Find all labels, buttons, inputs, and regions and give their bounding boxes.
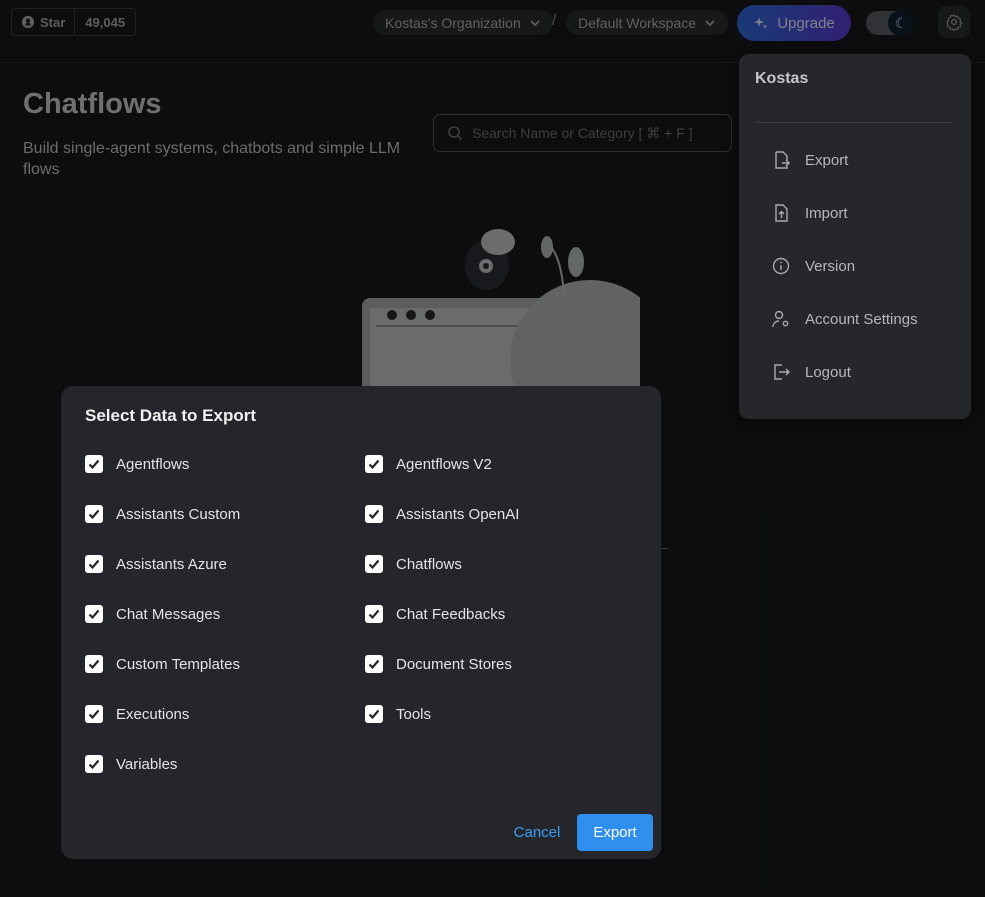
menu-item-export[interactable]: Export <box>755 140 953 180</box>
cancel-button[interactable]: Cancel <box>506 814 568 850</box>
option-label: Agentflows V2 <box>396 455 492 473</box>
export-dialog: Select Data to Export Agentflows Agentfl… <box>61 386 661 859</box>
menu-item-label: Version <box>805 257 856 275</box>
info-icon <box>772 257 790 275</box>
option-document-stores[interactable]: Document Stores <box>365 655 512 673</box>
option-assistants-openai[interactable]: Assistants OpenAI <box>365 505 519 523</box>
option-label: Variables <box>116 755 178 773</box>
checkbox-checked-icon[interactable] <box>85 455 103 473</box>
option-executions[interactable]: Executions <box>85 705 189 723</box>
option-assistants-azure[interactable]: Assistants Azure <box>85 555 227 573</box>
option-label: Chat Feedbacks <box>396 605 506 623</box>
option-label: Tools <box>396 705 432 723</box>
checkbox-checked-icon[interactable] <box>365 555 383 573</box>
option-agentflows-v2[interactable]: Agentflows V2 <box>365 455 492 473</box>
menu-item-label: Import <box>805 204 848 222</box>
option-label: Custom Templates <box>116 655 240 673</box>
menu-username: Kostas <box>755 70 809 87</box>
checkbox-checked-icon[interactable] <box>365 655 383 673</box>
menu-item-label: Export <box>805 151 849 169</box>
menu-divider <box>755 122 953 123</box>
checkbox-checked-icon[interactable] <box>85 555 103 573</box>
settings-dropdown: Kostas Export Import Version Account Set… <box>739 54 971 419</box>
checkbox-checked-icon[interactable] <box>365 505 383 523</box>
menu-item-version[interactable]: Version <box>755 246 953 286</box>
option-label: Assistants OpenAI <box>396 505 520 523</box>
option-assistants-custom[interactable]: Assistants Custom <box>85 505 240 523</box>
option-agentflows[interactable]: Agentflows <box>85 455 189 473</box>
option-label: Chat Messages <box>116 605 221 623</box>
checkbox-checked-icon[interactable] <box>85 655 103 673</box>
option-custom-templates[interactable]: Custom Templates <box>85 655 240 673</box>
option-chatflows[interactable]: Chatflows <box>365 555 462 573</box>
file-upload-icon <box>775 204 788 222</box>
checkbox-checked-icon[interactable] <box>85 705 103 723</box>
menu-item-account-settings[interactable]: Account Settings <box>755 299 953 339</box>
option-label: Document Stores <box>396 655 512 673</box>
checkbox-checked-icon[interactable] <box>85 755 103 773</box>
option-chat-messages[interactable]: Chat Messages <box>85 605 220 623</box>
option-label: Assistants Custom <box>116 505 241 523</box>
option-variables[interactable]: Variables <box>85 755 177 773</box>
checkbox-checked-icon[interactable] <box>365 705 383 723</box>
export-button[interactable]: Export <box>577 814 653 851</box>
menu-item-logout[interactable]: Logout <box>755 352 953 392</box>
checkbox-checked-icon[interactable] <box>365 605 383 623</box>
menu-item-label: Account Settings <box>805 310 918 328</box>
menu-item-import[interactable]: Import <box>755 193 953 233</box>
file-export-icon <box>775 151 790 169</box>
logout-icon <box>774 364 790 380</box>
checkbox-checked-icon[interactable] <box>85 505 103 523</box>
option-chat-feedbacks[interactable]: Chat Feedbacks <box>365 605 505 623</box>
dialog-title: Select Data to Export <box>85 406 256 425</box>
option-tools[interactable]: Tools <box>365 705 431 723</box>
option-label: Chatflows <box>396 555 462 573</box>
checkbox-checked-icon[interactable] <box>365 455 383 473</box>
checkbox-checked-icon[interactable] <box>85 605 103 623</box>
option-label: Assistants Azure <box>116 555 227 573</box>
option-label: Agentflows <box>116 455 190 473</box>
user-settings-icon <box>772 310 789 328</box>
option-label: Executions <box>116 705 190 723</box>
menu-item-label: Logout <box>805 363 851 381</box>
